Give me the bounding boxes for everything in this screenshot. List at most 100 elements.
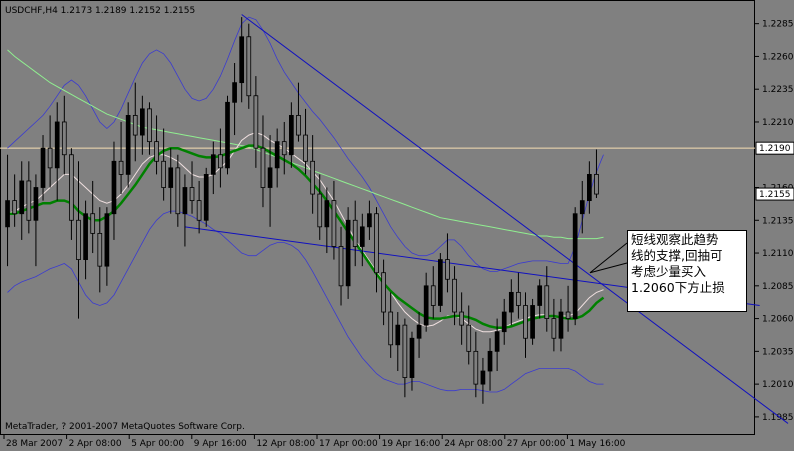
candle-bear <box>26 180 32 221</box>
x-tick-label: 27 Apr 00:00 <box>507 439 566 449</box>
current-price-label: 1.2190 <box>759 144 791 154</box>
candle-bear <box>317 193 323 228</box>
candle-bull <box>210 154 216 175</box>
candle-bull <box>501 311 507 333</box>
candle-bear <box>565 311 571 319</box>
candle-bull <box>289 115 294 156</box>
x-tick-label: 19 Apr 16:00 <box>382 439 441 449</box>
x-tick-label: 28 Mar 2007 <box>6 439 63 449</box>
candle-bull <box>508 291 514 313</box>
candle-bull <box>104 213 110 267</box>
y-tick-label: 1.2085 <box>762 282 794 292</box>
symbol-header: USDCHF,H4 1.2173 1.2189 1.2152 1.2155 <box>5 6 195 16</box>
candle-bear <box>47 147 53 169</box>
x-tick-label: 17 Apr 00:00 <box>319 439 378 449</box>
candle-bull <box>587 173 592 202</box>
x-tick-label: 5 Apr 00:00 <box>131 439 184 449</box>
candle-bull <box>345 219 351 287</box>
candle-bull <box>140 108 145 136</box>
y-tick-label: 1.2235 <box>762 85 794 95</box>
candle-bull <box>530 305 535 339</box>
candle-bull <box>438 259 443 306</box>
candle-bear <box>374 213 379 274</box>
candle-bear <box>12 200 17 215</box>
candle-bull <box>572 213 578 319</box>
candle-bear <box>175 167 181 215</box>
annotation-line-2: 线的支撑,回抽可 <box>631 248 723 263</box>
x-tick-label: 24 Apr 08:00 <box>444 439 503 449</box>
candle-bear <box>551 318 557 339</box>
candle-bear <box>473 350 479 385</box>
candle-bear <box>303 134 308 162</box>
x-tick-label: 1 May 16:00 <box>569 439 625 449</box>
candle-bear <box>97 232 103 267</box>
annotation-line-4: 1.2060下方止损 <box>631 280 725 295</box>
candle-bull <box>579 200 585 215</box>
candlestick-chart: 1.22851.22601.22351.22101.21601.21351.21… <box>0 0 794 451</box>
candle-bear <box>296 115 301 136</box>
candle-bear <box>61 121 67 156</box>
candle-bear <box>523 305 528 339</box>
y-tick-label: 1.2010 <box>762 380 794 390</box>
candle-bear <box>445 259 450 280</box>
y-tick-label: 1.2110 <box>762 249 794 259</box>
candle-bear <box>90 213 96 234</box>
x-tick-label: 9 Apr 16:00 <box>194 439 247 449</box>
candle-bull <box>324 200 330 228</box>
y-tick-label: 1.1985 <box>762 413 794 423</box>
candle-bull <box>232 82 237 103</box>
y-tick-label: 1.2135 <box>762 216 794 226</box>
candle-bull <box>267 167 273 188</box>
candle-bear <box>352 219 358 247</box>
chart-window: 1.22851.22601.22351.22101.21601.21351.21… <box>0 0 794 451</box>
candle-bull <box>558 311 564 339</box>
candle-bull <box>203 173 209 221</box>
candle-bull <box>19 180 25 215</box>
candle-bull <box>5 200 10 228</box>
candle-bull <box>494 331 500 352</box>
candle-bull <box>423 285 429 326</box>
candle-bull <box>40 147 46 188</box>
candle-bear <box>69 154 74 221</box>
x-tick-label: 2 Apr 08:00 <box>69 439 122 449</box>
candle-bear <box>161 160 166 188</box>
candle-bear <box>76 219 81 260</box>
y-tick-label: 1.2260 <box>762 52 794 62</box>
candle-bear <box>452 278 457 313</box>
candle-bull <box>182 187 188 215</box>
candle-bear <box>430 285 436 306</box>
bid-price-label: 1.2155 <box>759 190 791 200</box>
candle-bear <box>260 147 266 188</box>
y-tick-label: 1.2035 <box>762 347 794 357</box>
y-tick-label: 1.2285 <box>762 20 794 30</box>
candle-bull <box>487 350 493 372</box>
candle-bear <box>154 141 159 162</box>
candle-bear <box>331 200 337 247</box>
candle-bull <box>125 115 131 175</box>
candle-bull <box>395 324 401 346</box>
candle-bear <box>196 200 202 221</box>
candle-bear <box>147 108 152 143</box>
candle-bull <box>480 370 486 385</box>
candle-bear <box>381 272 386 313</box>
y-tick-label: 1.2060 <box>762 315 794 325</box>
candle-bull <box>274 141 280 169</box>
candle-bull <box>409 337 415 378</box>
candle-bear <box>281 141 287 156</box>
y-tick-label: 1.2210 <box>762 118 794 128</box>
candle-bull <box>416 324 422 339</box>
x-tick-label: 12 Apr 08:00 <box>256 439 315 449</box>
candle-bull <box>239 36 245 84</box>
candle-bear <box>459 311 464 326</box>
candle-bear <box>132 115 138 136</box>
candle-bear <box>189 187 195 202</box>
candle-bear <box>218 154 223 169</box>
annotation-box: 短线观察此趋势 线的支撑,回抽可 考虑少量买入 1.2060下方止损 <box>627 230 747 312</box>
candle-bear <box>310 160 315 195</box>
annotation-line-3: 考虑少量买入 <box>631 264 707 279</box>
candle-bull <box>33 187 39 221</box>
candle-bull <box>54 121 60 169</box>
candle-bull <box>111 160 117 215</box>
candle-bear <box>516 291 521 306</box>
candle-bull <box>168 167 174 188</box>
